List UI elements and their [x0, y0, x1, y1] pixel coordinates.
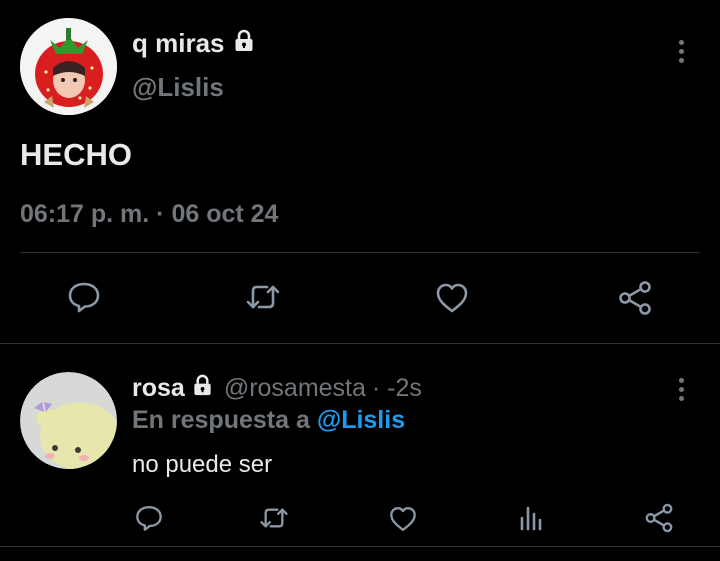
retweet-icon[interactable] [245, 279, 281, 315]
section-divider [0, 343, 720, 344]
main-tweet-timestamp[interactable]: 06:17 p. m. · 06 oct 24 [20, 200, 278, 229]
views-icon[interactable] [518, 504, 546, 532]
lock-icon [232, 29, 256, 58]
replying-to-mention[interactable]: @Lislis [317, 406, 405, 434]
reply-handle[interactable]: @rosamesta [224, 374, 366, 403]
reply-more-icon[interactable] [676, 378, 686, 401]
reply-text: no puede ser [132, 451, 273, 478]
main-tweet-avatar[interactable] [20, 18, 117, 115]
main-tweet-divider [20, 252, 700, 253]
reply-avatar[interactable] [20, 372, 117, 469]
reply-time[interactable]: · -2s [372, 374, 422, 403]
main-tweet-text: HECHO [20, 137, 132, 172]
reply-replying-to: En respuesta a @Lislis [132, 406, 405, 435]
like-icon[interactable] [388, 504, 418, 534]
replying-to-prefix: En respuesta a [132, 406, 310, 434]
main-tweet-display-name-row: q miras [132, 26, 256, 60]
reply-header-row: rosa @rosamesta · -2s [132, 374, 422, 402]
lock-icon [191, 374, 214, 402]
reply-icon[interactable] [66, 279, 102, 315]
main-tweet-display-name[interactable]: q miras [132, 28, 225, 59]
like-icon[interactable] [434, 280, 470, 316]
reply-icon[interactable] [134, 503, 164, 533]
reply-display-name[interactable]: rosa [132, 374, 185, 403]
share-icon[interactable] [616, 279, 654, 317]
main-tweet-more-icon[interactable] [676, 40, 686, 63]
retweet-icon[interactable] [259, 503, 289, 533]
share-icon[interactable] [643, 502, 675, 534]
main-tweet-handle[interactable]: @Lislis [132, 72, 224, 103]
bottom-divider [0, 546, 720, 547]
